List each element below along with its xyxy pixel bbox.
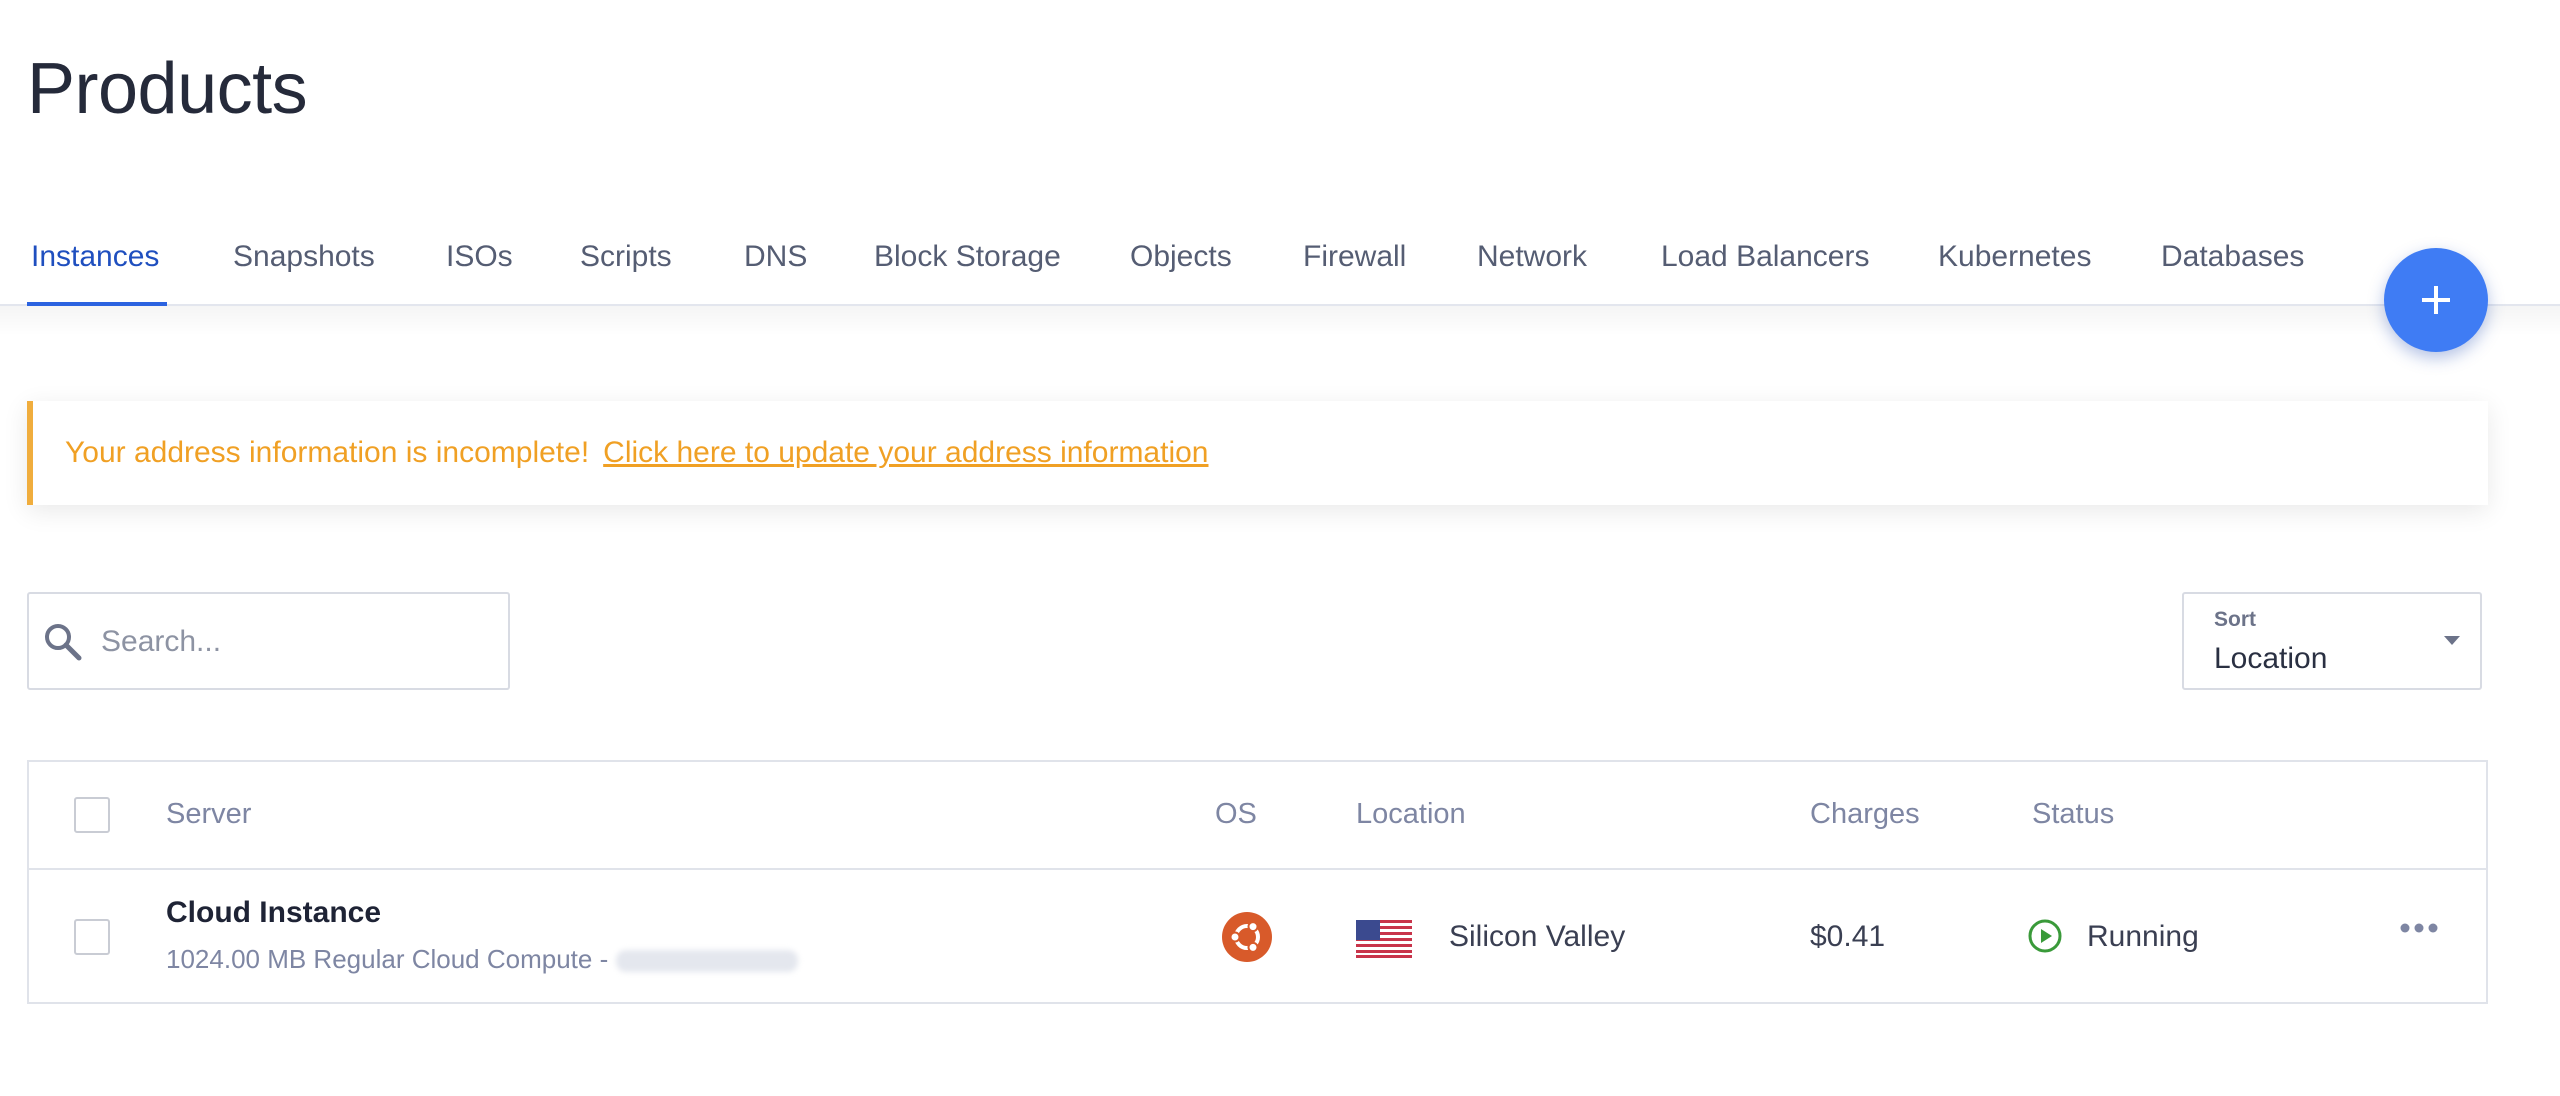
- products-page: Products Instances Snapshots ISOs Script…: [0, 0, 2560, 1096]
- column-charges[interactable]: Charges: [1810, 798, 1920, 831]
- more-options-icon[interactable]: [2397, 918, 2441, 938]
- tab-bar: Instances Snapshots ISOs Scripts DNS Blo…: [0, 220, 2560, 306]
- alert-message: Your address information is incomplete!: [65, 436, 590, 469]
- search-icon: [45, 624, 82, 661]
- column-os[interactable]: OS: [1215, 798, 1257, 831]
- tab-block-storage[interactable]: Block Storage: [874, 240, 1061, 274]
- sort-label: Sort: [2214, 608, 2256, 631]
- sort-select[interactable]: Sort Location: [2182, 592, 2482, 690]
- tab-dns[interactable]: DNS: [744, 240, 807, 274]
- tab-objects[interactable]: Objects: [1130, 240, 1232, 274]
- play-circle-icon: [2028, 919, 2062, 953]
- tab-databases[interactable]: Databases: [2161, 240, 2304, 274]
- tab-bar-shadow: [0, 306, 2560, 336]
- location-text: Silicon Valley: [1449, 920, 1626, 953]
- table-row[interactable]: Cloud Instance 1024.00 MB Regular Cloud …: [29, 870, 2486, 1004]
- column-server[interactable]: Server: [166, 798, 251, 831]
- sort-value: Location: [2214, 642, 2328, 675]
- search-input[interactable]: [99, 614, 493, 670]
- tab-firewall[interactable]: Firewall: [1303, 240, 1406, 274]
- tab-scripts[interactable]: Scripts: [580, 240, 672, 274]
- address-alert: Your address information is incomplete! …: [27, 401, 2488, 505]
- tab-isos[interactable]: ISOs: [446, 240, 513, 274]
- ubuntu-icon: [1222, 912, 1272, 962]
- chevron-down-icon: [2444, 636, 2460, 645]
- instances-table: Server OS Location Charges Status Cloud …: [27, 760, 2488, 1004]
- tab-instances[interactable]: Instances: [31, 240, 159, 274]
- redacted-ip: [616, 950, 799, 973]
- search-box: [27, 592, 510, 690]
- update-address-link[interactable]: Click here to update your address inform…: [603, 436, 1208, 470]
- tab-network[interactable]: Network: [1477, 240, 1587, 274]
- server-plan: 1024.00 MB Regular Cloud Compute -: [166, 944, 609, 974]
- tab-snapshots[interactable]: Snapshots: [233, 240, 375, 274]
- us-flag-icon: [1356, 920, 1412, 958]
- charges-text: $0.41: [1810, 920, 1886, 953]
- add-product-button[interactable]: [2384, 248, 2488, 352]
- server-name[interactable]: Cloud Instance: [166, 896, 381, 930]
- plus-icon: [2422, 286, 2450, 314]
- select-all-checkbox[interactable]: [74, 797, 110, 833]
- table-header: Server OS Location Charges Status: [29, 762, 2486, 870]
- tab-load-balancers[interactable]: Load Balancers: [1661, 240, 1869, 274]
- column-location[interactable]: Location: [1356, 798, 1466, 831]
- tab-kubernetes[interactable]: Kubernetes: [1938, 240, 2091, 274]
- row-checkbox[interactable]: [74, 919, 110, 955]
- status-text: Running: [2087, 920, 2199, 953]
- column-status[interactable]: Status: [2032, 798, 2114, 831]
- page-title: Products: [27, 49, 308, 129]
- server-description: 1024.00 MB Regular Cloud Compute -: [166, 944, 799, 975]
